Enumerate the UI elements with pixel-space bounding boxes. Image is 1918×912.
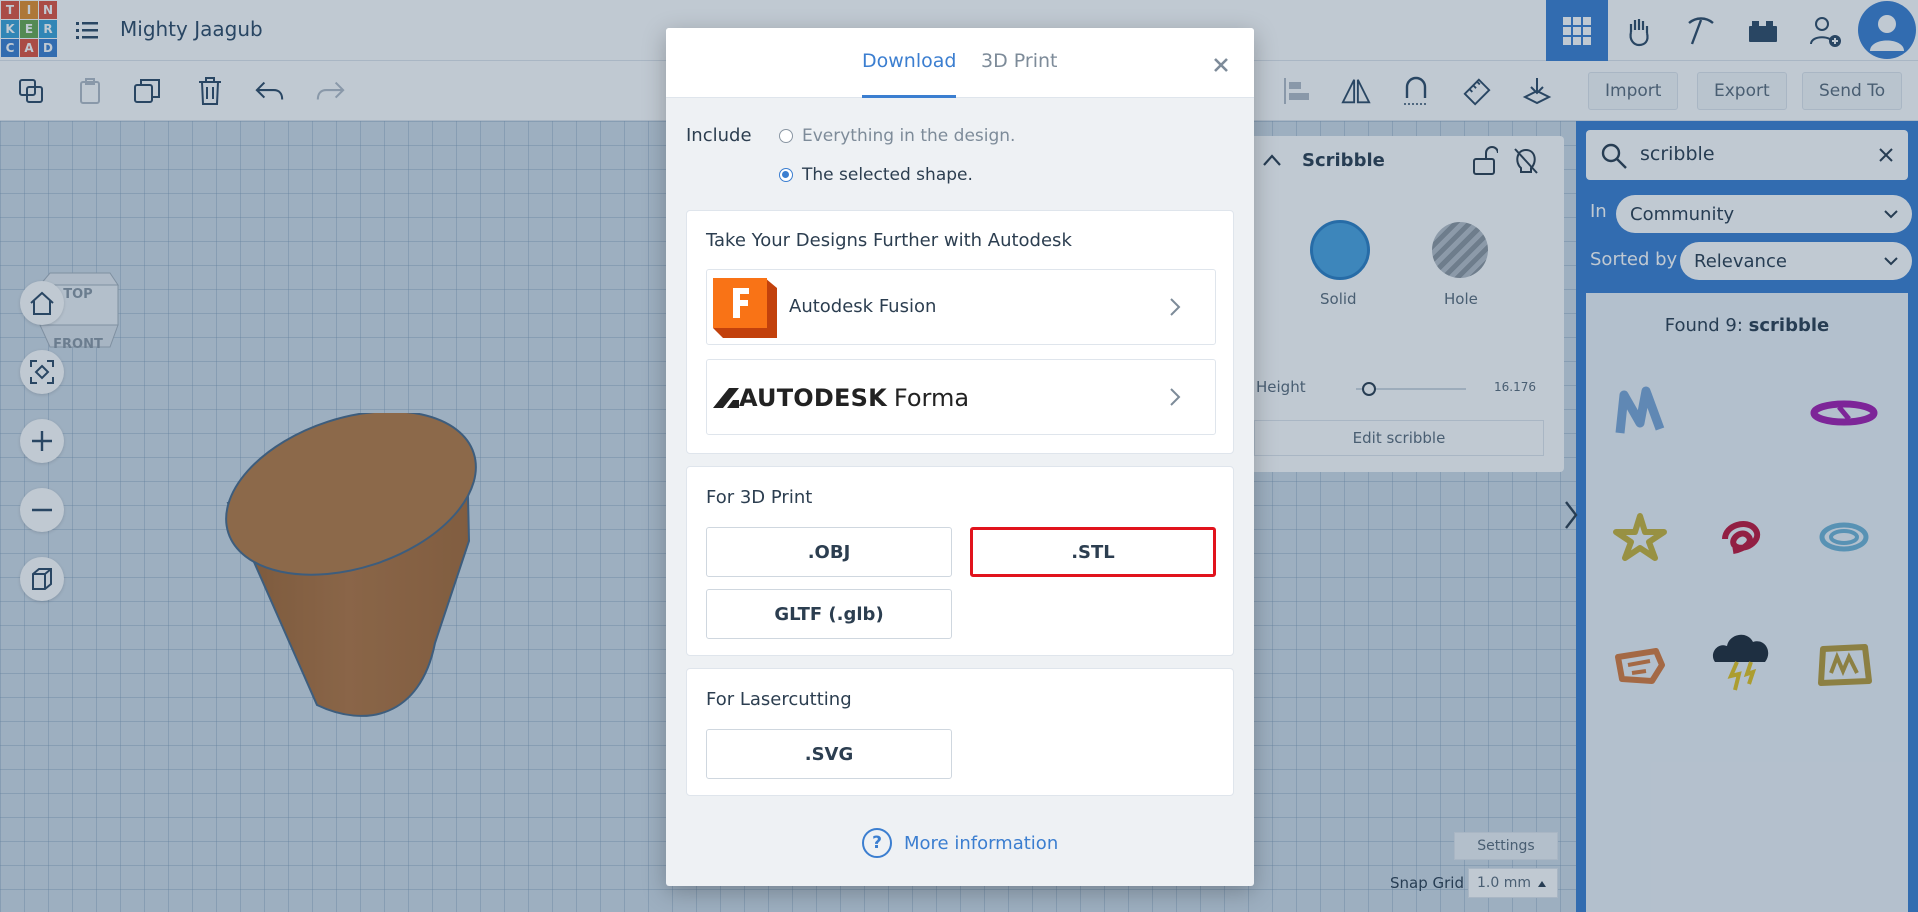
help-icon: ? xyxy=(862,828,892,858)
gltf-button[interactable]: GLTF (.glb) xyxy=(706,589,952,639)
autodesk-mark-icon xyxy=(713,388,739,408)
stl-button[interactable]: .STL xyxy=(970,527,1216,577)
include-label: Include xyxy=(686,125,752,146)
svg-button[interactable]: .SVG xyxy=(706,729,952,779)
modal-header: Download 3D Print xyxy=(666,28,1254,98)
laser-formats-card: For Lasercutting .SVG xyxy=(686,668,1234,796)
more-information-label: More information xyxy=(904,832,1059,854)
option-selected[interactable]: The selected shape. xyxy=(779,165,973,185)
autodesk-forma-link[interactable]: AUTODESK Forma xyxy=(706,359,1216,435)
print-card-title: For 3D Print xyxy=(706,487,813,508)
more-information-link[interactable]: ? More information xyxy=(862,828,1058,858)
print-formats-card: For 3D Print .OBJ .STL GLTF (.glb) xyxy=(686,466,1234,656)
forma-product: Forma xyxy=(893,384,970,412)
option-everything-label: Everything in the design. xyxy=(802,126,1016,146)
close-icon[interactable] xyxy=(1206,50,1236,80)
chevron-right-icon xyxy=(1170,388,1181,406)
tab-download[interactable]: Download xyxy=(862,50,956,72)
fusion-name: Autodesk Fusion xyxy=(789,296,937,317)
export-modal: Download 3D Print Include Everything in … xyxy=(666,28,1254,886)
active-tab-indicator xyxy=(862,95,956,98)
option-selected-label: The selected shape. xyxy=(802,165,973,185)
obj-button[interactable]: .OBJ xyxy=(706,527,952,577)
autodesk-card-title: Take Your Designs Further with Autodesk xyxy=(706,230,1072,251)
option-everything[interactable]: Everything in the design. xyxy=(779,126,1015,146)
forma-logo: AUTODESK Forma xyxy=(713,384,969,412)
radio-everything[interactable] xyxy=(779,129,793,143)
chevron-right-icon xyxy=(1170,298,1181,316)
autodesk-card: Take Your Designs Further with Autodesk … xyxy=(686,210,1234,454)
laser-card-title: For Lasercutting xyxy=(706,689,852,710)
fusion-logo-icon xyxy=(713,278,777,338)
radio-selected[interactable] xyxy=(779,168,793,182)
forma-brand: AUTODESK xyxy=(739,384,887,412)
tab-3d-print[interactable]: 3D Print xyxy=(981,50,1057,72)
autodesk-fusion-link[interactable]: Autodesk Fusion xyxy=(706,269,1216,345)
